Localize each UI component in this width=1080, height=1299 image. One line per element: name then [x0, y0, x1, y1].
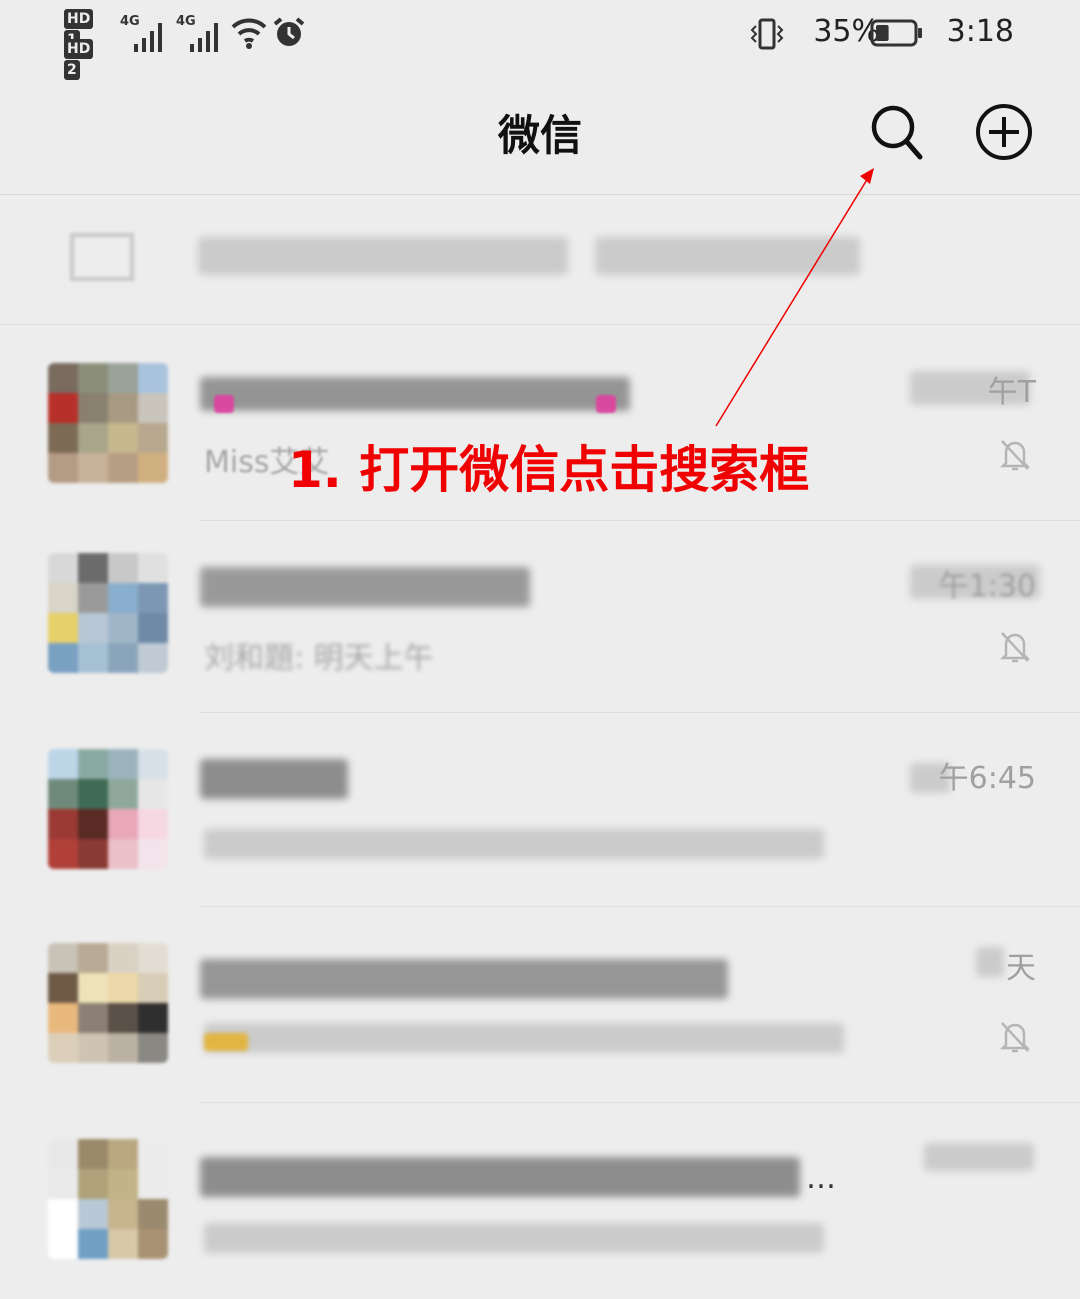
blurred-title [200, 759, 348, 799]
avatar [48, 749, 168, 869]
blurred-preview [204, 1023, 844, 1053]
list-item[interactable]: 午6:45 [0, 713, 1080, 907]
blurred-preview [204, 1223, 824, 1253]
mute-bell-icon [999, 632, 1031, 663]
search-icon[interactable] [866, 100, 926, 164]
status-bar: HD 1 HD 2 4G 4G 35% [0, 0, 1080, 80]
avatar [48, 943, 168, 1063]
vibrate-icon [750, 18, 784, 50]
blurred-title [200, 567, 530, 607]
blurred-preview [204, 829, 824, 859]
blurred-title [200, 959, 728, 999]
plus-circle-icon[interactable] [974, 102, 1034, 162]
wifi-icon [231, 18, 267, 49]
list-item[interactable]: 天 [0, 907, 1080, 1103]
folder-icon [70, 233, 134, 281]
alarm-icon [273, 17, 305, 46]
list-item[interactable]: 午1:30 刘和題: 明天上午 [0, 521, 1080, 713]
app-header: 微信 [0, 70, 1080, 195]
chat-time: 天 [1006, 951, 1036, 986]
blurred-title [200, 377, 630, 411]
blurred-title [200, 1157, 800, 1197]
blurred-title [595, 237, 860, 275]
blurred-title [198, 237, 568, 275]
list-item[interactable] [0, 195, 1080, 325]
avatar [48, 363, 168, 483]
annotation-text: 1. 打开微信点击搜索框 [288, 441, 810, 499]
list-item[interactable]: … [0, 1103, 1080, 1299]
chat-time: 午6:45 [938, 761, 1036, 796]
status-time: 3:18 [946, 14, 1014, 49]
avatar [48, 553, 168, 673]
mute-bell-icon [999, 440, 1031, 471]
chat-time: 午1:30 [938, 569, 1036, 604]
title-ellipsis: … [806, 1161, 838, 1196]
chat-time: 午T [987, 375, 1036, 410]
battery-icon [870, 19, 922, 47]
avatar [48, 1139, 168, 1259]
chat-preview: 刘和題: 明天上午 [204, 641, 434, 676]
mute-bell-icon [999, 1022, 1031, 1053]
